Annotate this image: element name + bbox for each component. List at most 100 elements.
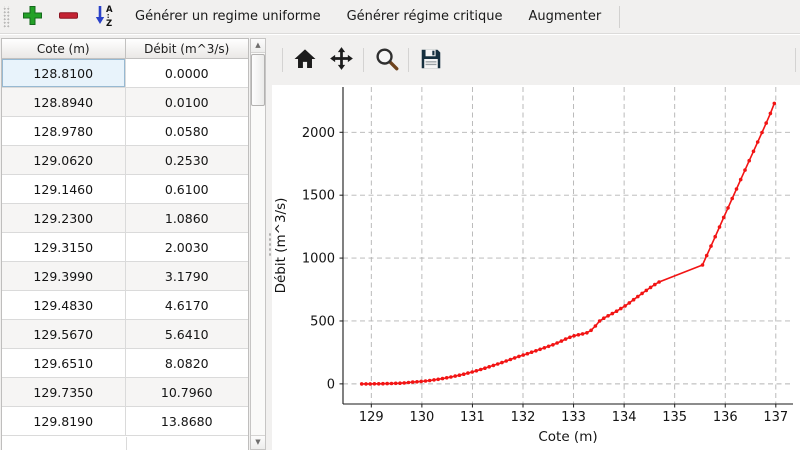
table-cell[interactable]: 0.0100 [126, 88, 249, 117]
generate-critical-regime-button[interactable]: Générer régime critique [334, 3, 516, 31]
svg-text:A: A [106, 5, 113, 15]
table-cell[interactable]: 129.0620 [2, 146, 126, 175]
table-cell[interactable]: 0.2530 [126, 146, 249, 175]
table-row: 129.735010.7960 [2, 378, 248, 407]
home-icon [293, 47, 317, 74]
chart-panel: 1291301311321331341351361370500100015002… [272, 35, 800, 450]
scroll-down-arrow-icon[interactable]: ▼ [251, 435, 265, 449]
table-row: 129.56705.6410 [2, 320, 248, 349]
table-cell[interactable]: 3.1790 [126, 262, 249, 291]
table-row: 129.06200.2530 [2, 146, 248, 175]
augment-button[interactable]: Augmenter [515, 3, 614, 31]
remove-row-button[interactable] [50, 3, 86, 31]
table-cell[interactable]: 129.4830 [2, 291, 126, 320]
svg-text:0: 0 [327, 377, 335, 392]
plot-toolbar-separator [408, 48, 409, 72]
svg-text:135: 135 [662, 410, 687, 425]
add-row-button[interactable] [14, 3, 50, 31]
table-cell[interactable]: 13.8680 [126, 407, 249, 436]
table-row: 129.819013.8680 [2, 407, 248, 436]
toolbar-separator [619, 6, 620, 28]
rating-table: Cote (m) Débit (m^3/s) 128.81000.0000128… [1, 38, 249, 450]
table-row: 128.81000.0000 [2, 59, 248, 88]
table-cell[interactable]: 129.8190 [2, 407, 126, 436]
table-cell[interactable]: 10.7960 [126, 378, 249, 407]
figure-area: 1291301311321331341351361370500100015002… [272, 85, 800, 450]
table-cell[interactable]: 129.3150 [2, 233, 126, 262]
table-cell[interactable]: 5.6410 [126, 320, 249, 349]
grid-lines [343, 87, 793, 404]
table-cell[interactable]: 129.1460 [2, 175, 126, 204]
table-row: 129.39903.1790 [2, 262, 248, 291]
tick-labels: 1291301311321331341351361370500100015002… [302, 126, 788, 425]
svg-text:133: 133 [561, 410, 586, 425]
toolbar-drag-handle[interactable] [3, 6, 10, 28]
column-header-cote[interactable]: Cote (m) [2, 39, 126, 58]
plot-toolbar-separator [795, 48, 796, 72]
save-icon [419, 47, 443, 74]
svg-text:136: 136 [713, 410, 738, 425]
minus-icon [57, 4, 80, 30]
plot-toolbar-separator [282, 48, 283, 72]
plot-toolbar-separator [363, 48, 364, 72]
column-divider [126, 437, 127, 450]
table-cell[interactable]: 129.2300 [2, 204, 126, 233]
save-figure-button[interactable] [415, 44, 447, 76]
svg-text:130: 130 [409, 410, 434, 425]
table-header: Cote (m) Débit (m^3/s) [2, 39, 248, 59]
svg-text:Z: Z [106, 19, 112, 27]
axis-ticks [340, 132, 776, 407]
table-cell[interactable]: 0.0000 [126, 59, 249, 88]
svg-text:1500: 1500 [302, 189, 335, 204]
home-view-button[interactable] [289, 44, 321, 76]
svg-text:1000: 1000 [302, 252, 335, 267]
table-panel: Cote (m) Débit (m^3/s) 128.81000.0000128… [0, 35, 272, 450]
pan-icon [329, 46, 354, 74]
table-row: 128.89400.0100 [2, 88, 248, 117]
svg-text:129: 129 [359, 410, 384, 425]
table-row: 129.14600.6100 [2, 175, 248, 204]
table-row: 129.48304.6170 [2, 291, 248, 320]
table-scrollbar[interactable]: ▲ ▼ [250, 38, 266, 450]
table-cell[interactable]: 128.9780 [2, 117, 126, 146]
table-cell[interactable]: 1.0860 [126, 204, 249, 233]
x-axis-label: Cote (m) [538, 429, 597, 445]
svg-text:131: 131 [460, 410, 485, 425]
table-cell[interactable]: 4.6170 [126, 291, 249, 320]
sort-rows-button[interactable]: A Z [86, 3, 122, 31]
rating-curve-chart[interactable]: 1291301311321331341351361370500100015002… [272, 85, 800, 450]
table-row: 129.23001.0860 [2, 204, 248, 233]
chart-line [362, 103, 775, 384]
app-window: A Z Générer un regime uniforme Générer r… [0, 0, 800, 450]
table-cell[interactable]: 0.0580 [126, 117, 249, 146]
table-cell[interactable]: 129.6510 [2, 349, 126, 378]
chart-markers [360, 102, 776, 386]
table-row: 129.31502.0030 [2, 233, 248, 262]
main-toolbar: A Z Générer un regime uniforme Générer r… [0, 0, 800, 34]
table-cell[interactable]: 129.3990 [2, 262, 126, 291]
svg-text:137: 137 [763, 410, 788, 425]
column-header-debit[interactable]: Débit (m^3/s) [126, 39, 249, 58]
table-cell[interactable]: 2.0030 [126, 233, 249, 262]
svg-text:500: 500 [310, 314, 335, 329]
table-row: 129.65108.0820 [2, 349, 248, 378]
table-cell[interactable]: 129.7350 [2, 378, 126, 407]
plot-toolbar [272, 35, 800, 85]
table-body: 128.81000.0000128.89400.0100128.97800.05… [2, 59, 248, 436]
pan-button[interactable] [325, 44, 357, 76]
svg-text:2000: 2000 [302, 126, 335, 141]
splitter-grip-icon [267, 231, 271, 257]
table-cell[interactable]: 8.0820 [126, 349, 249, 378]
table-cell[interactable]: 0.6100 [126, 175, 249, 204]
table-cell[interactable]: 128.8940 [2, 88, 126, 117]
zoom-rect-button[interactable] [370, 44, 402, 76]
table-row: 128.97800.0580 [2, 117, 248, 146]
y-axis-label: Débit (m^3/s) [273, 198, 289, 294]
scrollbar-thumb[interactable] [251, 54, 265, 106]
zoom-icon [374, 46, 399, 74]
plus-icon [21, 4, 44, 30]
table-cell[interactable]: 128.8100 [2, 59, 126, 88]
generate-uniform-regime-button[interactable]: Générer un regime uniforme [122, 3, 334, 31]
table-cell[interactable]: 129.5670 [2, 320, 126, 349]
scroll-up-arrow-icon[interactable]: ▲ [251, 39, 265, 53]
